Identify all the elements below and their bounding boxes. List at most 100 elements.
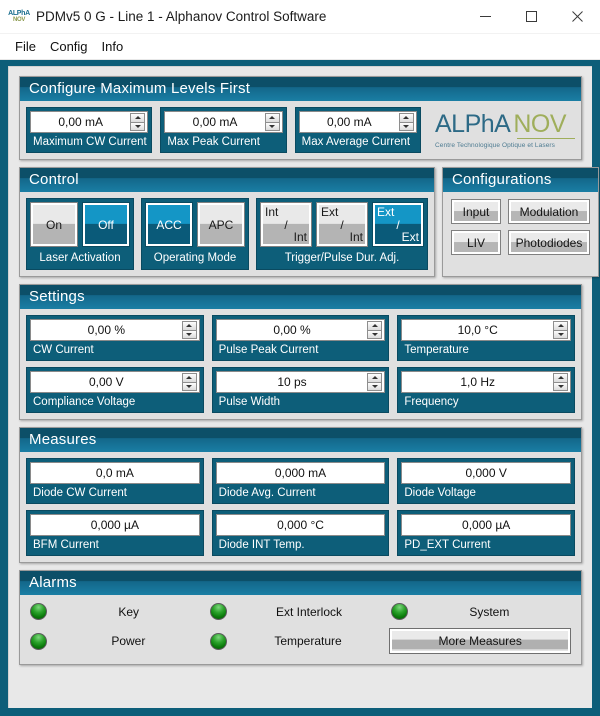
- maximize-icon[interactable]: [508, 0, 554, 33]
- spinner-up-icon[interactable]: [553, 373, 569, 383]
- spinner-down-icon[interactable]: [181, 382, 197, 391]
- window-title: PDMv5 0 G - Line 1 - Alphanov Control So…: [36, 9, 327, 24]
- max-peak-current-stepper[interactable]: [264, 113, 280, 131]
- maximum-cw-current-spinbox[interactable]: 0,00 mA: [30, 111, 149, 133]
- trigger-ext-int-button[interactable]: Ext / Int: [316, 202, 368, 247]
- config-liv-button[interactable]: LIV: [451, 230, 501, 255]
- trigger-int-int-sep: /: [284, 218, 288, 232]
- alarm-power-label: Power: [111, 634, 146, 648]
- trigger-ext-ext-button[interactable]: Ext / Ext: [372, 202, 424, 247]
- control-panel: Control On Off Laser Activation ACC APC …: [19, 167, 435, 277]
- spinner-up-icon[interactable]: [264, 113, 280, 123]
- app-logo-icon-nov: NOV: [12, 17, 26, 23]
- configure-max-levels-title: Configure Maximum Levels First: [20, 77, 581, 101]
- laser-activation-on-button[interactable]: On: [30, 202, 78, 247]
- pulse-peak-current-value[interactable]: 0,00 %: [217, 320, 368, 340]
- compliance-voltage-value[interactable]: 0,00 V: [31, 372, 182, 392]
- diode-avg-current-value: 0,000 mA: [215, 462, 386, 484]
- maximum-cw-current-stepper[interactable]: [130, 113, 146, 131]
- trigger-ext-int-sep: /: [340, 218, 344, 232]
- spinner-down-icon[interactable]: [367, 330, 383, 339]
- cw-current-spinbox[interactable]: 0,00 %: [30, 319, 200, 341]
- pulse-width-spinbox[interactable]: 10 ps: [215, 371, 386, 393]
- cw-current-stepper[interactable]: [181, 321, 197, 339]
- spinner-up-icon[interactable]: [181, 373, 197, 383]
- frequency-stepper[interactable]: [553, 373, 569, 391]
- alarm-ext-interlock-label: Ext Interlock: [275, 604, 342, 619]
- temperature-label: Temperature: [404, 344, 469, 356]
- menu-item-config[interactable]: Config: [43, 37, 95, 56]
- spinner-up-icon[interactable]: [553, 321, 569, 331]
- alarm-temperature-label: Temperature: [274, 634, 342, 648]
- spinner-down-icon[interactable]: [398, 122, 414, 131]
- config-input-button[interactable]: Input: [451, 199, 501, 224]
- configurations-title: Configurations: [443, 168, 598, 192]
- alphanov-logo-rule: [516, 137, 575, 139]
- cw-current-value[interactable]: 0,00 %: [31, 320, 182, 340]
- spinner-down-icon[interactable]: [130, 122, 146, 131]
- frequency-spinbox[interactable]: 1,0 Hz: [401, 371, 572, 393]
- spinner-up-icon[interactable]: [398, 113, 414, 123]
- spinner-down-icon[interactable]: [264, 122, 280, 131]
- field-frequency: 1,0 Hz Frequency: [397, 367, 576, 413]
- minimize-icon[interactable]: [462, 0, 508, 33]
- field-pulse-peak-current: 0,00 % Pulse Peak Current: [211, 315, 390, 361]
- spinner-up-icon[interactable]: [367, 321, 383, 331]
- spinner-up-icon[interactable]: [130, 113, 146, 123]
- menu-item-info[interactable]: Info: [95, 37, 131, 56]
- compliance-voltage-stepper[interactable]: [181, 373, 197, 391]
- max-peak-current-value[interactable]: 0,00 mA: [165, 112, 264, 132]
- bfm-current-label: BFM Current: [33, 539, 99, 551]
- app-logo-icon-alpha: ALPhA: [8, 10, 30, 17]
- measures-row-2: 0,000 µA BFM Current 0,000 °C Diode INT …: [26, 510, 576, 556]
- max-peak-current-spinbox[interactable]: 0,00 mA: [164, 111, 283, 133]
- operating-mode-acc-button[interactable]: ACC: [145, 202, 193, 247]
- temperature-spinbox[interactable]: 10,0 °C: [401, 319, 572, 341]
- pulse-width-stepper[interactable]: [367, 373, 383, 391]
- spinner-down-icon[interactable]: [553, 330, 569, 339]
- more-measures-button[interactable]: More Measures: [389, 628, 572, 654]
- pulse-width-label: Pulse Width: [218, 396, 281, 408]
- spinner-down-icon[interactable]: [367, 382, 383, 391]
- alarm-system: System: [390, 603, 571, 620]
- operating-mode-apc-button[interactable]: APC: [197, 202, 245, 247]
- pulse-peak-current-stepper[interactable]: [367, 321, 383, 339]
- alarm-power-led-icon: [30, 632, 47, 650]
- alphanov-logo: ALPhA NOV Centre Technologique Optique e…: [428, 107, 575, 153]
- config-modulation-button[interactable]: Modulation: [508, 199, 590, 224]
- laser-activation-off-button[interactable]: Off: [82, 202, 130, 247]
- spinner-down-icon[interactable]: [181, 330, 197, 339]
- settings-body: 0,00 % CW Current 0,00 % Pulse Peak Curr…: [20, 309, 581, 419]
- field-diode-int-temp: 0,000 °C Diode INT Temp.: [211, 510, 390, 556]
- pulse-peak-current-spinbox[interactable]: 0,00 %: [215, 319, 386, 341]
- pulse-width-value[interactable]: 10 ps: [217, 372, 368, 392]
- configurations-row-2: LIV Photodiodes: [451, 230, 590, 255]
- compliance-voltage-spinbox[interactable]: 0,00 V: [30, 371, 200, 393]
- spinner-up-icon[interactable]: [181, 321, 197, 331]
- alarms-row-1: Key Ext Interlock System: [30, 603, 571, 620]
- frequency-value[interactable]: 1,0 Hz: [402, 372, 553, 392]
- spinner-up-icon[interactable]: [367, 373, 383, 383]
- max-average-current-value[interactable]: 0,00 mA: [300, 112, 399, 132]
- temperature-value[interactable]: 10,0 °C: [402, 320, 553, 340]
- config-photodiodes-button[interactable]: Photodiodes: [508, 230, 590, 255]
- control-title: Control: [20, 168, 434, 192]
- max-peak-current-label: Max Peak Current: [167, 136, 261, 148]
- alarm-key: Key: [30, 603, 210, 620]
- alarm-ext-interlock: Ext Interlock: [210, 603, 390, 620]
- menu-item-file[interactable]: File: [8, 37, 43, 56]
- alphanov-logo-subtitle: Centre Technologique Optique et Lasers: [434, 141, 556, 149]
- close-icon[interactable]: [554, 0, 600, 33]
- alarms-title: Alarms: [20, 571, 581, 595]
- operating-mode-buttons: ACC APC: [145, 202, 245, 247]
- alphanov-logo-wordmark: ALPhA NOV: [434, 109, 567, 138]
- max-average-current-spinbox[interactable]: 0,00 mA: [298, 111, 417, 133]
- alphanov-logo-alpha: ALPhA: [434, 109, 511, 138]
- temperature-stepper[interactable]: [553, 321, 569, 339]
- operating-mode-caption: Operating Mode: [145, 250, 245, 266]
- spinner-down-icon[interactable]: [553, 382, 569, 391]
- trigger-int-int-button[interactable]: Int / Int: [260, 202, 312, 247]
- field-bfm-current: 0,000 µA BFM Current: [26, 510, 204, 556]
- maximum-cw-current-value[interactable]: 0,00 mA: [31, 112, 130, 132]
- max-average-current-stepper[interactable]: [398, 113, 414, 131]
